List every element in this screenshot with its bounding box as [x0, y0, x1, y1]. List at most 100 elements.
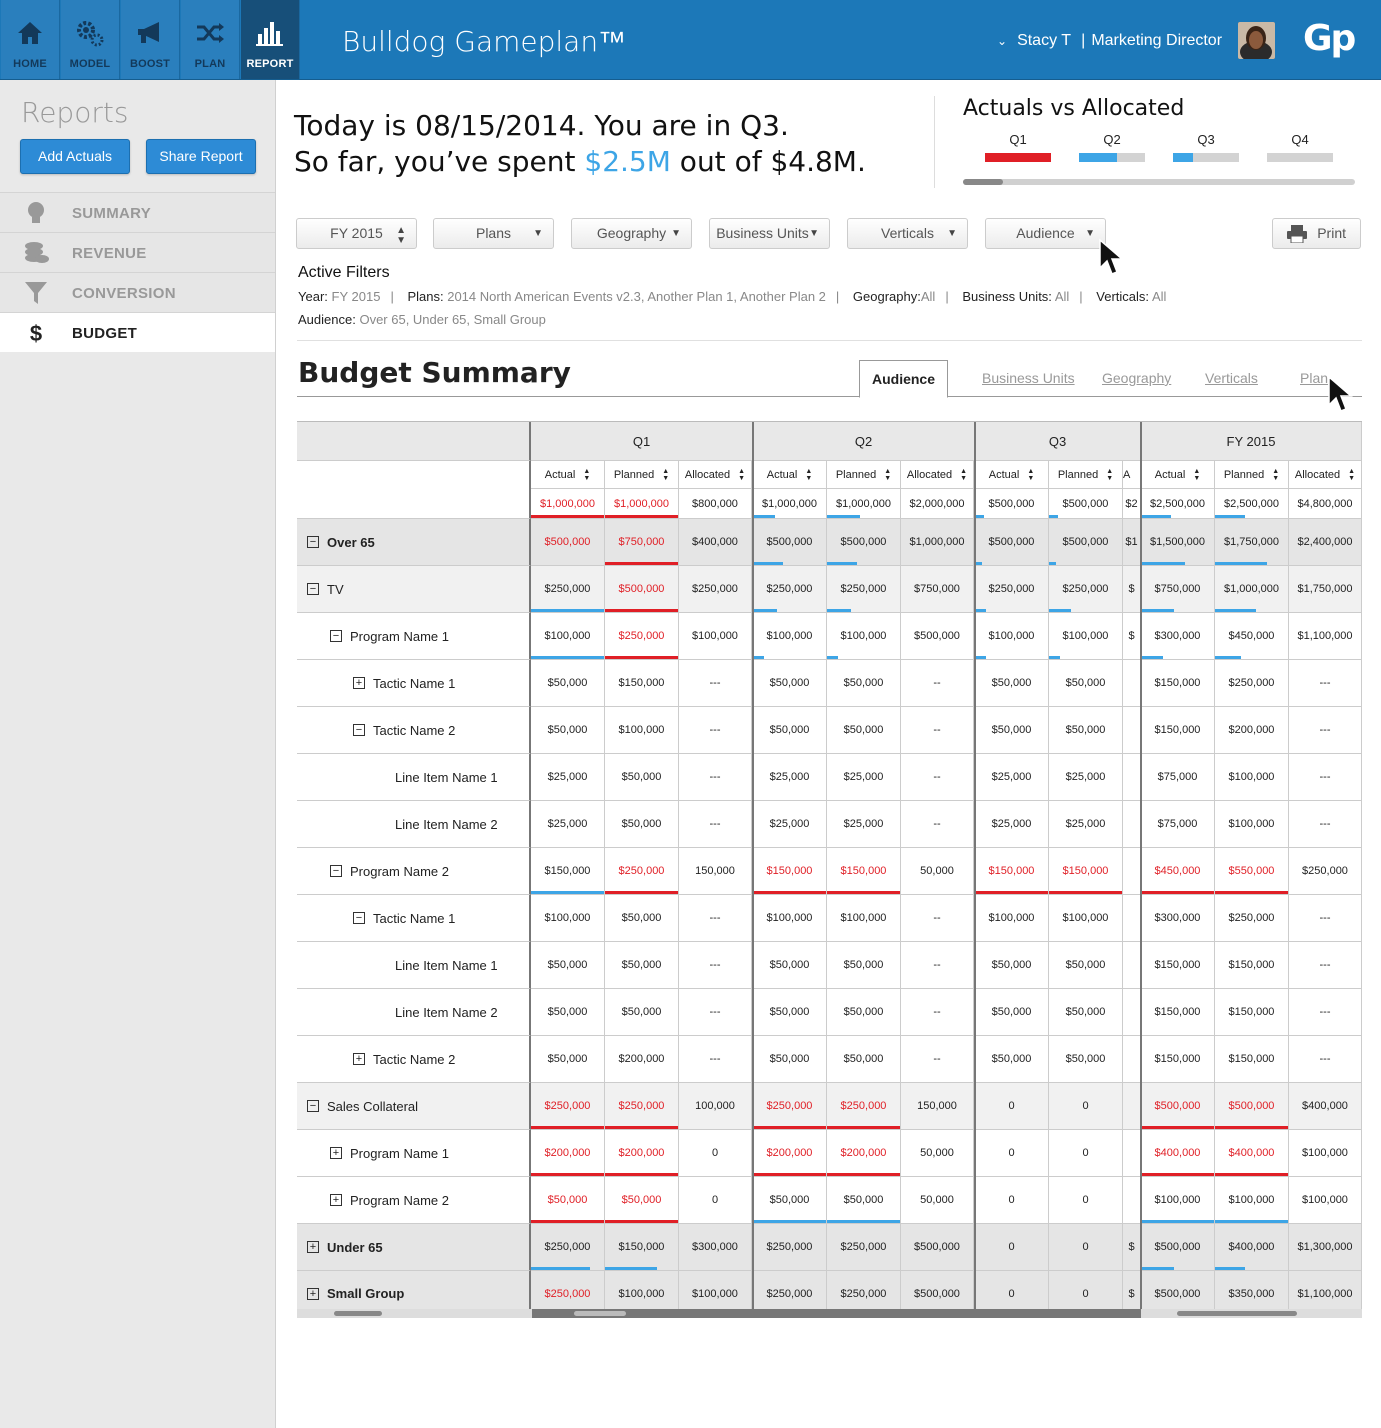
expand-icon[interactable]: +	[330, 1147, 342, 1159]
row-label[interactable]: + Program Name 1	[297, 1130, 531, 1177]
audience-dropdown[interactable]: Audience ▼	[985, 218, 1106, 249]
row-label[interactable]: Line Item Name 1	[297, 754, 531, 801]
tab-plan[interactable]: Plan	[1300, 370, 1328, 386]
collapse-icon[interactable]: −	[353, 912, 365, 924]
row-label[interactable]: − Tactic Name 1	[297, 895, 531, 942]
sidebar-item-summary[interactable]: SUMMARY	[0, 192, 275, 232]
share-report-button[interactable]: Share Report	[146, 139, 256, 174]
column-header[interactable]: Actual ▲ ▼	[975, 461, 1049, 489]
collapse-icon[interactable]: −	[307, 583, 319, 595]
expand-icon[interactable]: +	[307, 1241, 319, 1253]
row-label[interactable]: + Tactic Name 2	[297, 1036, 531, 1083]
tab-audience[interactable]: Audience	[859, 360, 948, 398]
expand-icon[interactable]: +	[330, 1194, 342, 1206]
column-header[interactable]: Allocated ▲ ▼	[901, 461, 974, 489]
expand-icon[interactable]: +	[353, 677, 365, 689]
expand-icon[interactable]: +	[307, 1287, 319, 1300]
collapse-icon[interactable]: −	[330, 630, 342, 642]
column-header[interactable]: Actual ▲ ▼	[1141, 461, 1215, 489]
progress-bar	[1141, 1126, 1214, 1129]
scroll-thumb[interactable]	[334, 1311, 382, 1316]
row-label[interactable]: − Program Name 2	[297, 848, 531, 895]
cell-value: $100,000	[618, 724, 665, 736]
geography-dropdown[interactable]: Geography ▼	[571, 218, 692, 249]
expand-icon[interactable]: +	[353, 1053, 365, 1065]
table-horizontal-scrollbar[interactable]	[297, 1309, 1362, 1318]
collapse-icon[interactable]: −	[307, 536, 319, 548]
table-cell	[1123, 895, 1141, 942]
sidebar-item-conversion[interactable]: CONVERSION	[0, 272, 275, 312]
column-header[interactable]: Planned ▲ ▼	[1215, 461, 1289, 489]
row-label[interactable]: Line Item Name 2	[297, 801, 531, 848]
column-header[interactable]: Allocated ▲ ▼	[1289, 461, 1362, 489]
nav-report-button[interactable]: REPORT	[241, 0, 300, 79]
row-label[interactable]: + Small Group	[297, 1271, 531, 1309]
business-units-dropdown[interactable]: Business Units ▼	[709, 218, 830, 249]
column-header[interactable]: Actual ▲ ▼	[753, 461, 827, 489]
plans-dropdown[interactable]: Plans ▼	[433, 218, 554, 249]
column-header[interactable]: Actual ▲ ▼	[531, 461, 605, 489]
sidebar-item-budget[interactable]: $ BUDGET	[0, 312, 275, 352]
collapse-icon[interactable]: −	[307, 1100, 319, 1112]
row-label[interactable]: − Over 65	[297, 519, 531, 566]
print-button[interactable]: Print	[1272, 218, 1361, 249]
table-cell: $500,000	[975, 489, 1049, 519]
verticals-dropdown[interactable]: Verticals ▼	[847, 218, 968, 249]
quarter-label: Q1	[1009, 132, 1027, 147]
table-cell: $50,000	[1049, 942, 1123, 989]
collapse-icon[interactable]: −	[353, 724, 365, 736]
row-label[interactable]: − Sales Collateral	[297, 1083, 531, 1130]
cell-value: 50,000	[920, 1194, 954, 1206]
row-label[interactable]: − Tactic Name 2	[297, 707, 531, 754]
cell-value: --	[933, 771, 941, 783]
table-cell: $50,000	[605, 801, 679, 848]
column-header[interactable]: Allocated ▲ ▼	[679, 461, 752, 489]
column-header[interactable]: Planned ▲ ▼	[605, 461, 679, 489]
tab-business-units[interactable]: Business Units	[982, 370, 1075, 386]
table-cell: $	[1123, 613, 1141, 660]
table-cell: ---	[1289, 989, 1362, 1036]
row-label[interactable]: + Under 65	[297, 1224, 531, 1271]
cell-value: $500,000	[914, 1241, 960, 1253]
scroll-thumb[interactable]	[1177, 1311, 1297, 1316]
nav-model-button[interactable]: MODEL	[61, 0, 120, 79]
scroll-thumb[interactable]	[574, 1311, 626, 1316]
year-select[interactable]: FY 2015 ▲ ▼	[296, 218, 417, 249]
table-cell: $150,000	[531, 848, 605, 895]
table-cell: $500,000	[1141, 1271, 1215, 1309]
cell-value: $50,000	[991, 677, 1032, 689]
column-header[interactable]: Planned ▲ ▼	[1049, 461, 1123, 489]
cell-value: $75,000	[1157, 818, 1198, 830]
add-actuals-button[interactable]: Add Actuals	[20, 139, 130, 174]
column-header[interactable]: A	[1123, 461, 1141, 489]
table-cell	[1123, 848, 1141, 895]
tab-geography[interactable]: Geography	[1102, 370, 1171, 386]
avatar[interactable]	[1238, 22, 1275, 59]
row-label[interactable]: − TV	[297, 566, 531, 613]
tab-verticals[interactable]: Verticals	[1205, 370, 1258, 386]
row-label[interactable]: Line Item Name 2	[297, 989, 531, 1036]
cell-value: $100,000	[692, 630, 738, 642]
table-cell: 0	[1049, 1224, 1123, 1271]
user-menu[interactable]: ⌄ Stacy T | Marketing Director	[997, 32, 1222, 50]
group-header: Q3	[975, 422, 1141, 461]
column-header[interactable]: Planned ▲ ▼	[827, 461, 901, 489]
collapse-icon[interactable]: −	[330, 865, 342, 877]
filter-bu-value: All	[1054, 289, 1070, 304]
nav-home-button[interactable]: HOME	[1, 0, 60, 79]
row-label[interactable]: + Program Name 2	[297, 1177, 531, 1224]
row-label[interactable]: + Tactic Name 1	[297, 660, 531, 707]
row-label[interactable]: Line Item Name 1	[297, 942, 531, 989]
table-cell: $150,000	[1215, 989, 1289, 1036]
table-cell: $1,750,000	[1215, 519, 1289, 566]
row-label[interactable]: − Program Name 1	[297, 613, 531, 660]
scroll-thumb[interactable]	[963, 179, 1003, 185]
progress-bar	[605, 1173, 678, 1176]
sidebar-item-revenue[interactable]: REVENUE	[0, 232, 275, 272]
progress-bar	[1141, 656, 1164, 659]
table-cell: $150,000	[1141, 989, 1215, 1036]
table-cell: $50,000	[605, 989, 679, 1036]
panel-scrollbar[interactable]	[963, 179, 1355, 185]
nav-boost-button[interactable]: BOOST	[121, 0, 180, 79]
nav-plan-button[interactable]: PLAN	[181, 0, 240, 79]
